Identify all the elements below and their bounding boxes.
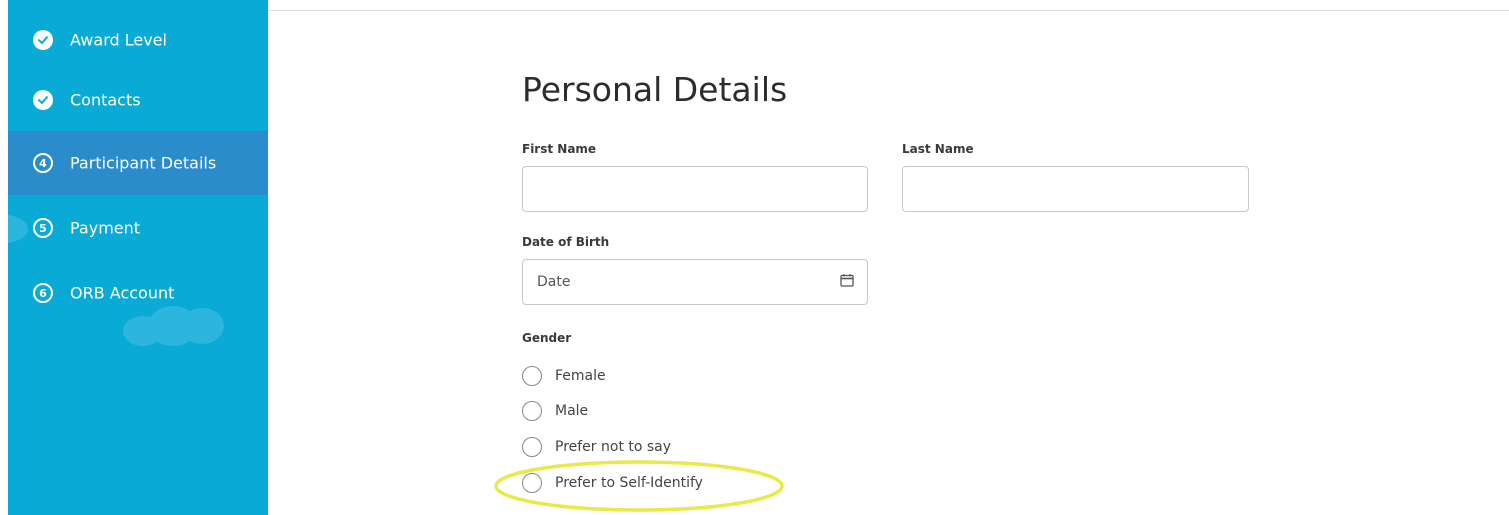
step-label: Award Level bbox=[70, 30, 167, 50]
step-number-icon: 4 bbox=[33, 153, 53, 173]
gender-option-prefer-not-to-say[interactable]: Prefer not to say bbox=[522, 436, 671, 458]
first-name-field[interactable] bbox=[522, 166, 868, 212]
dob-field[interactable] bbox=[522, 259, 868, 305]
radio-button[interactable] bbox=[522, 473, 542, 493]
gender-option-female[interactable]: Female bbox=[522, 365, 606, 387]
step-orb-account[interactable]: 6 ORB Account bbox=[8, 261, 268, 325]
step-award-level[interactable]: Award Level bbox=[8, 8, 268, 72]
step-label: Payment bbox=[70, 218, 141, 238]
radio-label: Female bbox=[555, 368, 606, 384]
radio-label: Male bbox=[555, 403, 589, 419]
radio-button[interactable] bbox=[522, 366, 542, 386]
radio-button[interactable] bbox=[522, 401, 542, 421]
step-label: ORB Account bbox=[70, 283, 175, 303]
step-number-icon: 5 bbox=[33, 218, 53, 238]
step-contacts[interactable]: Contacts bbox=[8, 68, 268, 132]
step-label: Participant Details bbox=[70, 153, 217, 173]
radio-label: Prefer not to say bbox=[555, 439, 672, 455]
progress-sidebar: Award Level Contacts 4 Participant Detai… bbox=[8, 0, 268, 515]
page-title: Personal Details bbox=[522, 70, 788, 109]
radio-button[interactable] bbox=[522, 437, 542, 457]
check-icon bbox=[33, 30, 53, 50]
dob-label: Date of Birth bbox=[522, 235, 610, 249]
last-name-field[interactable] bbox=[902, 166, 1249, 212]
calendar-icon[interactable] bbox=[840, 272, 854, 291]
first-name-label: First Name bbox=[522, 142, 597, 156]
last-name-label: Last Name bbox=[902, 142, 974, 156]
form-panel: Personal Details First Name Last Name Da… bbox=[268, 0, 1509, 515]
step-payment[interactable]: 5 Payment bbox=[8, 196, 268, 260]
radio-label: Prefer to Self-Identify bbox=[555, 475, 703, 491]
step-number-icon: 6 bbox=[33, 283, 53, 303]
step-label: Contacts bbox=[70, 90, 141, 110]
gender-option-self-identify[interactable]: Prefer to Self-Identify bbox=[522, 472, 703, 494]
check-icon bbox=[33, 90, 53, 110]
gender-option-male[interactable]: Male bbox=[522, 400, 588, 422]
step-participant-details[interactable]: 4 Participant Details bbox=[8, 131, 268, 195]
gender-label: Gender bbox=[522, 331, 572, 345]
